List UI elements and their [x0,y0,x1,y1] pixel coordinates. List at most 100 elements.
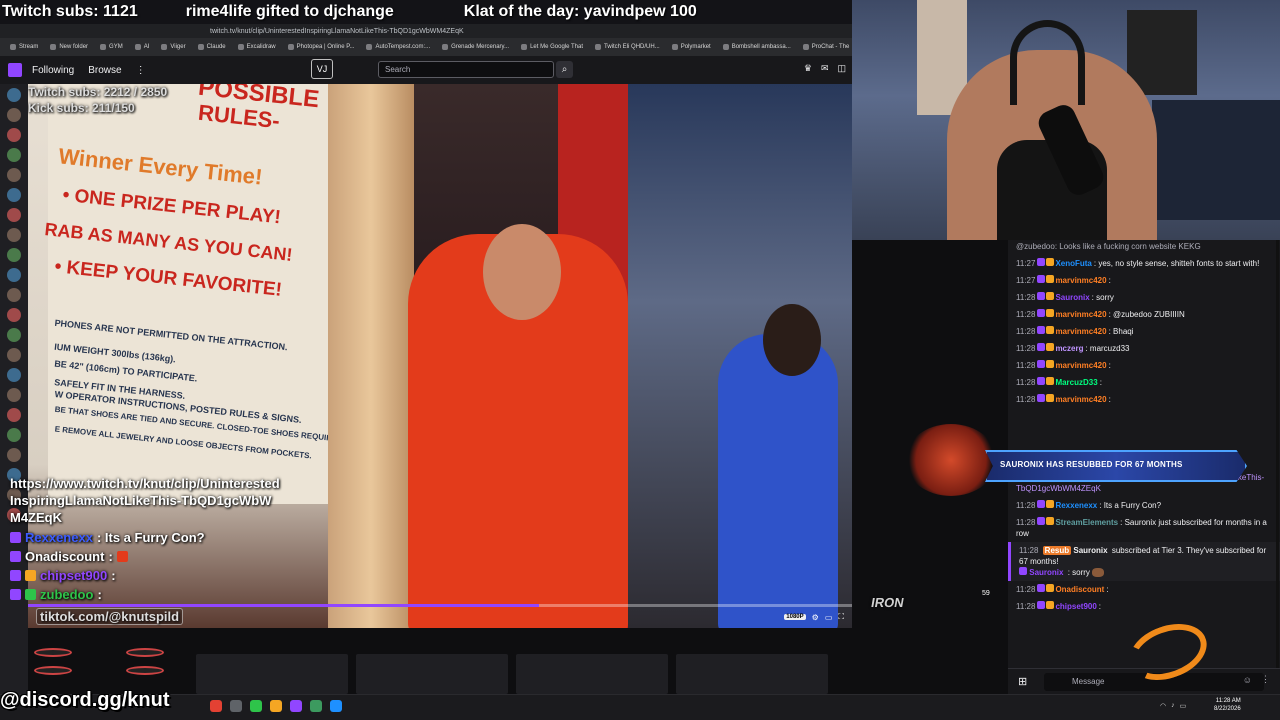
bookmark-item[interactable]: AutoTempest.com:... [360,44,436,50]
theatre-mode-icon[interactable]: ▭ [825,613,833,622]
bookmark-item[interactable]: Excalidraw [232,44,282,50]
app-icon[interactable] [270,700,282,712]
chat-username[interactable]: marvinmc420 [1055,276,1106,285]
twitch-badge-icon [10,551,21,562]
notifications-icon[interactable]: ◫ [837,63,846,74]
chat-badge-icon [1037,360,1046,368]
rail-channel-avatar[interactable] [7,408,21,422]
rail-channel-avatar[interactable] [7,148,21,162]
rail-channel-avatar[interactable] [7,448,21,462]
app-icon[interactable] [330,700,342,712]
man-head [483,224,561,320]
apps-grid-icon[interactable]: ⊞ [1018,675,1027,688]
rail-channel-avatar[interactable] [7,188,21,202]
chrome-icon[interactable] [210,700,222,712]
rail-channel-avatar[interactable] [7,208,21,222]
twitch-icon[interactable] [290,700,302,712]
headphones [1010,20,1085,105]
chat-username[interactable]: Onadiscount [1055,585,1104,594]
rail-channel-avatar[interactable] [7,88,21,102]
wifi-icon[interactable]: ◠ [1160,702,1166,710]
bookmark-item[interactable]: Grenade Mercenary... [436,44,515,50]
chat-username[interactable]: mczerg [1055,344,1083,353]
chat-text: : sorry [1091,293,1114,302]
twitch-logo-icon[interactable] [8,63,22,77]
bookmark-item[interactable]: ProChat - The [797,44,852,50]
emote-picker-icon[interactable]: ☺ [1243,675,1252,685]
settings-icon[interactable]: ⚙ [812,613,819,622]
bookmark-item[interactable]: GYM [94,44,129,50]
browser-url-bar[interactable]: twitch.tv/knut/clip/UninterestedInspirin… [0,24,852,38]
bookmark-label: Claude [206,44,226,50]
chat-username[interactable]: marvinmc420 [1055,361,1106,370]
chat-username[interactable]: XenoFuta [1055,259,1091,268]
overlay-chat-text: : [108,549,113,564]
chat-username[interactable]: marvinmc420 [1055,395,1106,404]
woman-in-blue [718,334,838,628]
nav-following[interactable]: Following [32,65,74,76]
chat-username[interactable]: MarcuzD33 [1055,378,1097,387]
quality-badge[interactable]: 1080P [784,614,806,620]
recommended-thumbnail[interactable] [516,654,668,694]
bookmark-item[interactable]: Viiger [155,44,191,50]
chat-message: 11:27 XenoFuta: yes, no style sense, shit… [1008,255,1280,272]
rail-channel-avatar[interactable] [7,168,21,182]
rail-channel-avatar[interactable] [7,388,21,402]
bookmark-item[interactable]: Bombshell ambassa... [717,44,797,50]
search-input[interactable]: Search [378,61,554,78]
rail-channel-avatar[interactable] [7,308,21,322]
chat-badge-icon [1037,309,1046,317]
rail-channel-avatar[interactable] [7,288,21,302]
overlay-chat-url: https://www.twitch.tv/knut/clip/Unintere… [10,476,280,525]
bookmark-favicon-icon [595,44,602,50]
chat-username[interactable]: marvinmc420 [1055,310,1106,319]
bookmark-favicon-icon [287,44,294,50]
recommended-thumbnail[interactable] [356,654,508,694]
rail-channel-avatar[interactable] [7,128,21,142]
bookmark-item[interactable]: New folder [44,44,94,50]
recommended-thumbnail[interactable] [676,654,828,694]
rail-channel-avatar[interactable] [7,248,21,262]
overlay-chat-user: zubedoo [40,587,94,602]
chat-username[interactable]: Sauronix [1055,293,1089,302]
url-text[interactable]: twitch.tv/knut/clip/UninterestedInspirin… [210,28,464,35]
chat-username[interactable]: Rexxenexx [1055,501,1097,510]
nav-more-icon[interactable]: ⋮ [136,65,146,76]
battery-icon[interactable]: ▭ [1180,702,1187,710]
chat-username[interactable]: StreamElements [1055,518,1118,527]
rail-channel-avatar[interactable] [7,348,21,362]
fullscreen-icon[interactable]: ⛶ [838,612,844,622]
nav-browse[interactable]: Browse [88,65,121,76]
rail-channel-avatar[interactable] [7,228,21,242]
taskbar-clock[interactable]: 11:28 AM 8/22/2026 [1214,697,1241,713]
chat-scrollbar[interactable] [1276,240,1279,694]
kick-icon[interactable] [250,700,262,712]
bookmark-item[interactable]: Photopea | Online P... [282,44,361,50]
chat-username[interactable]: marvinmc420 [1055,327,1106,336]
bookmark-item[interactable]: Twitch Eli QHD/UH... [589,44,666,50]
rail-channel-avatar[interactable] [7,328,21,342]
app-icon[interactable] [230,700,242,712]
chat-username[interactable]: Sauronix [1073,546,1107,555]
rail-channel-avatar[interactable] [7,108,21,122]
crown-icon[interactable]: ♛ [804,63,812,74]
wood-pillar [328,84,414,628]
recommended-thumbnail[interactable] [196,654,348,694]
bookmark-item[interactable]: Let Me Google That [515,44,589,50]
rail-channel-avatar[interactable] [7,428,21,442]
rail-channel-avatar[interactable] [7,268,21,282]
vj-button[interactable]: VJ [311,59,333,79]
inbox-icon[interactable]: ✉ [821,63,829,74]
chat-username[interactable]: chipset900 [1055,602,1096,611]
bookmark-item[interactable]: Polymarket [666,44,717,50]
volume-icon[interactable]: ♪ [1171,702,1175,710]
rail-channel-avatar[interactable] [7,368,21,382]
bookmark-item[interactable]: Stream [4,44,44,50]
app-icon[interactable] [310,700,322,712]
search-icon[interactable]: ⌕ [556,61,573,78]
chat-settings-icon[interactable]: ⋮ [1261,674,1270,685]
bookmark-item[interactable]: AI [129,44,156,50]
chat-username[interactable]: Sauronix [1029,568,1063,577]
bookmark-item[interactable]: Claude [192,44,232,50]
webcam-feed [852,0,1280,240]
